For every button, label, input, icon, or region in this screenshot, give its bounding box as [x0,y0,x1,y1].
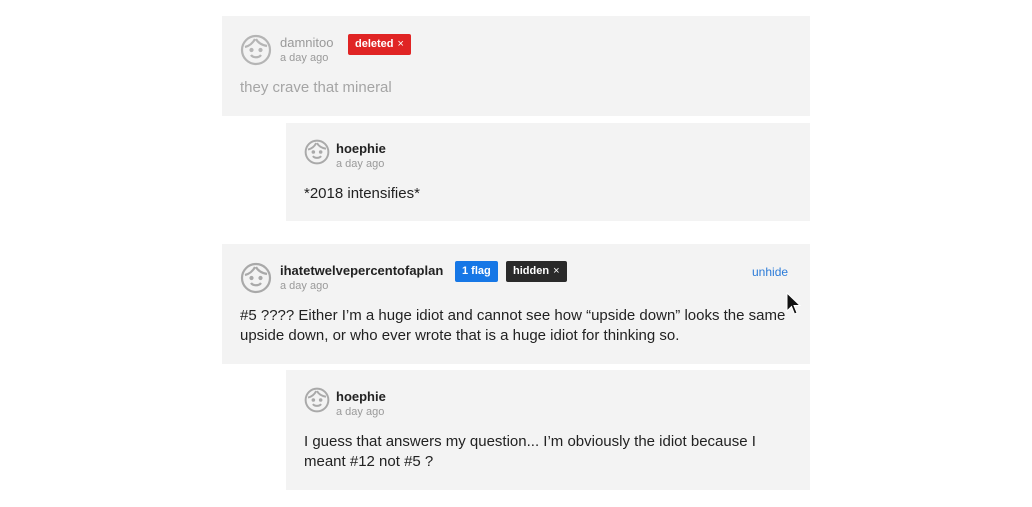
close-icon[interactable]: × [398,38,404,50]
comment-body: *2018 intensifies* [304,185,420,202]
face-avatar-icon [240,34,272,66]
face-avatar-icon [304,387,330,413]
comment-username[interactable]: hoephie [336,389,386,404]
comment-card-deleted: damnitoo a day ago deleted × they crave t… [222,16,810,116]
face-avatar-icon [304,139,330,165]
comment-username[interactable]: ihatetwelvepercentofaplan [280,263,443,278]
comment-timestamp: a day ago [336,158,385,170]
comment-card-reply: hoephie a day ago *2018 intensifies* [286,123,810,221]
mouse-pointer-icon [786,291,802,316]
deleted-badge: deleted × [348,34,411,55]
comment-timestamp: a day ago [280,280,329,292]
comment-body: they crave that mineral [240,79,392,96]
unhide-link[interactable]: unhide [752,265,788,279]
flag-count-badge[interactable]: 1 flag [455,261,498,282]
comment-body: #5 ???? Either I’m a huge idiot and cann… [240,307,786,344]
comment-timestamp: a day ago [280,52,329,64]
comment-card-reply: hoephie a day ago I guess that answers m… [286,370,810,490]
close-icon[interactable]: × [553,265,559,277]
comment-timestamp: a day ago [336,406,385,418]
deleted-badge-label: deleted [355,38,394,50]
comment-username[interactable]: damnitoo [280,35,333,50]
comment-username[interactable]: hoephie [336,141,386,156]
hidden-badge-label: hidden [513,265,550,277]
hidden-badge: hidden × [506,261,567,282]
comment-card-hidden: ihatetwelvepercentofaplan a day ago 1 fl… [222,244,810,364]
comment-body: I guess that answers my question... I’m … [304,433,756,470]
face-avatar-icon [240,262,272,294]
